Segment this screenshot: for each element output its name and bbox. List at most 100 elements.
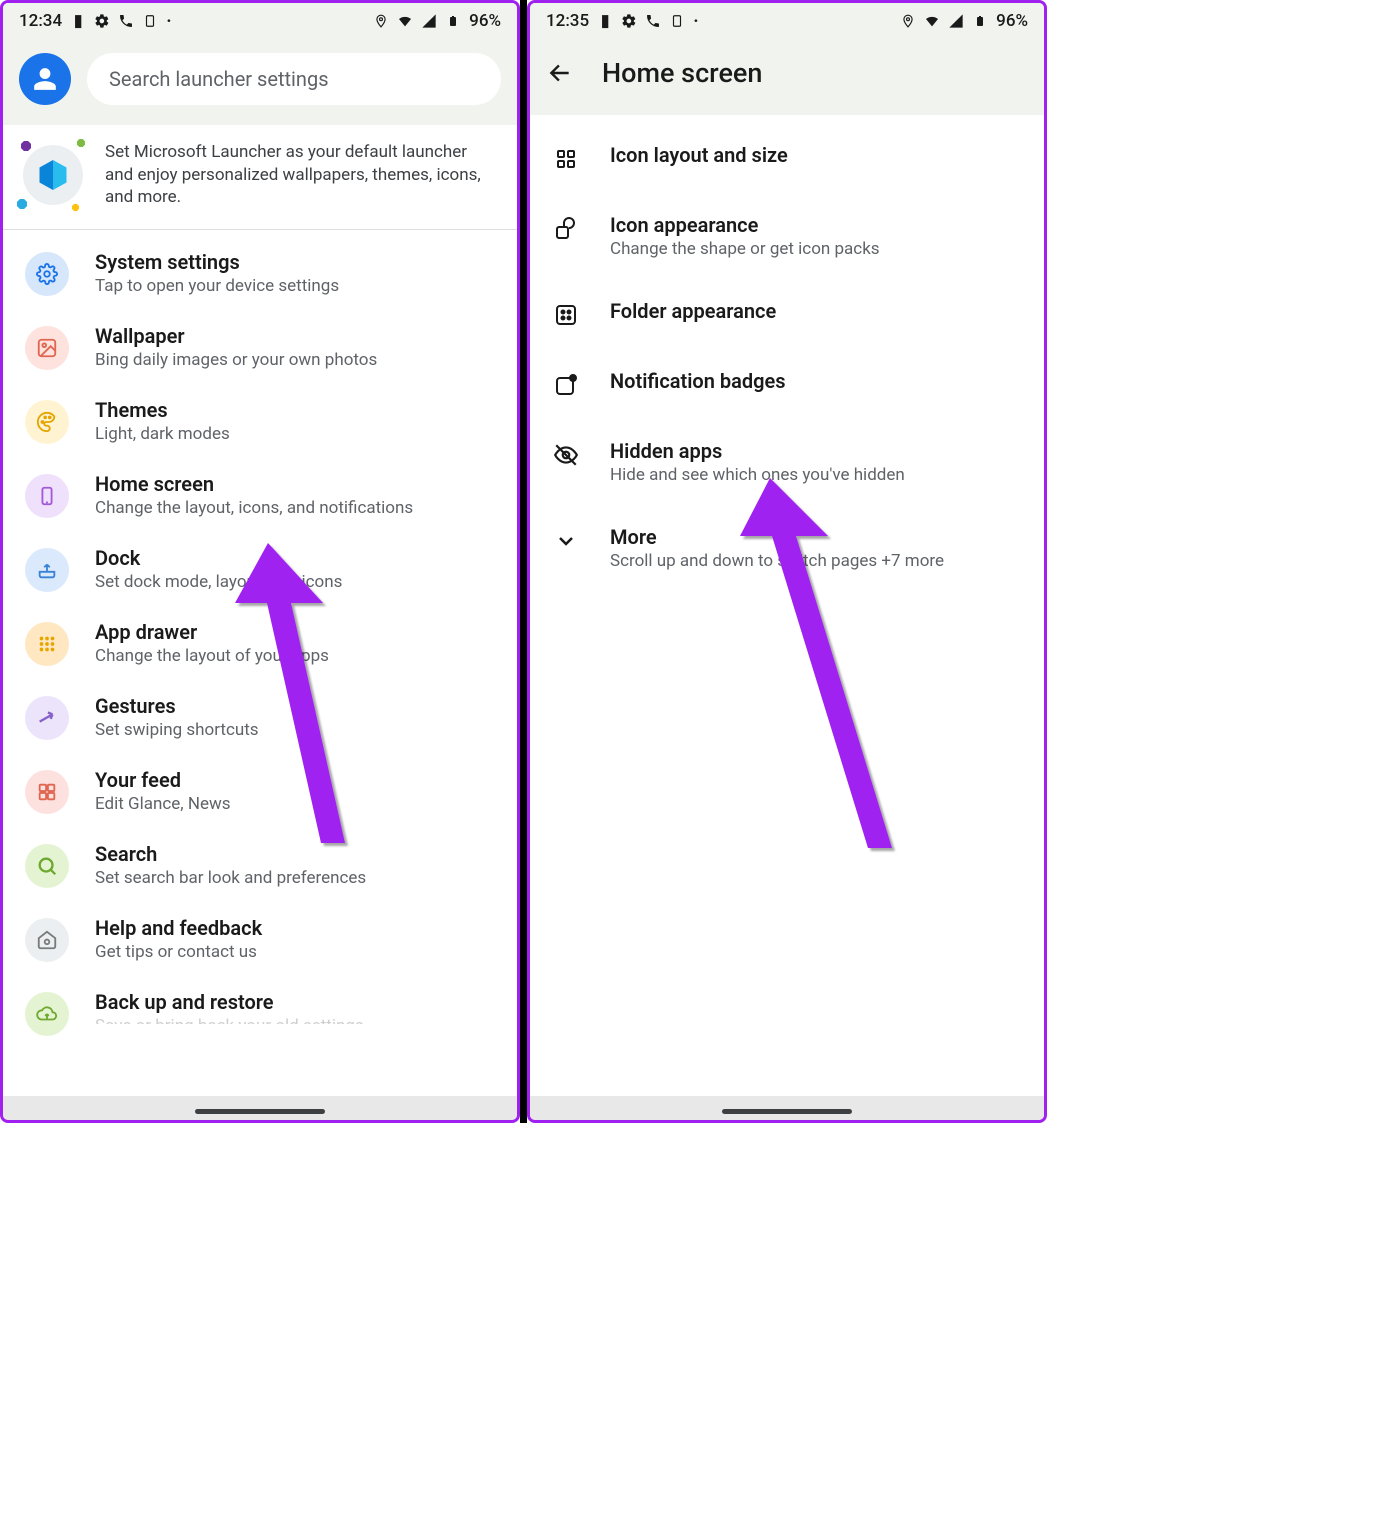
item-title: Dock [95, 546, 497, 570]
battery-percent: 96% [469, 11, 501, 31]
item-sub: Edit Glance, News [95, 794, 497, 814]
shapes-icon [552, 215, 580, 243]
signal-icon [948, 13, 964, 29]
home-screen-list: Icon layout and size Icon appearanceChan… [530, 115, 1044, 591]
item-sub: Set search bar look and preferences [95, 868, 497, 888]
item-title: Themes [95, 398, 497, 422]
item-title: Search [95, 842, 497, 866]
nav-bar-bg [3, 1096, 517, 1120]
item-sub: Light, dark modes [95, 424, 497, 444]
status-bar: 12:34 ▮ · 9 [3, 3, 517, 35]
nav-bar-bg [530, 1096, 1044, 1120]
item-sub: Hide and see which ones you've hidden [610, 465, 1024, 485]
feed-icon [25, 770, 69, 814]
list-item-wallpaper[interactable]: WallpaperBing daily images or your own p… [3, 310, 517, 384]
search-input[interactable]: Search launcher settings [87, 53, 501, 105]
list-item-your-feed[interactable]: Your feedEdit Glance, News [3, 754, 517, 828]
item-sub: Set swiping shortcuts [95, 720, 497, 740]
gear-status-icon [621, 13, 637, 29]
wifi-icon [397, 13, 413, 29]
wifi-icon [924, 13, 940, 29]
list-item-home-screen[interactable]: Home screenChange the layout, icons, and… [3, 458, 517, 532]
arrow-left-icon [547, 60, 573, 86]
badge-icon [552, 371, 580, 399]
search-placeholder: Search launcher settings [109, 67, 329, 91]
item-title: Back up and restore [95, 990, 497, 1014]
list-item-gestures[interactable]: GesturesSet swiping shortcuts [3, 680, 517, 754]
list-item-search[interactable]: SearchSet search bar look and preference… [3, 828, 517, 902]
item-sub: Bing daily images or your own photos [95, 350, 497, 370]
status-bar: 12:35 ▮ · 96% [530, 3, 1044, 35]
page-header: Home screen [530, 35, 1044, 115]
phone-missed-icon [645, 13, 661, 29]
status-icon: ▮ [597, 13, 613, 29]
chevron-down-icon [552, 527, 580, 555]
item-title: Icon layout and size [610, 143, 1024, 167]
page-title: Home screen [602, 57, 762, 89]
list-item-app-drawer[interactable]: App drawerChange the layout of your apps [3, 606, 517, 680]
cloud-upload-icon [25, 992, 69, 1036]
status-time: 12:34 [19, 11, 62, 31]
list-item-more[interactable]: MoreScroll up and down to switch pages +… [530, 505, 1044, 591]
phone-icon [25, 474, 69, 518]
phone-missed-icon [118, 13, 134, 29]
item-title: Your feed [95, 768, 497, 792]
grid-icon [25, 622, 69, 666]
launcher-logo-icon [17, 139, 89, 211]
item-sub: Change the layout, icons, and notificati… [95, 498, 497, 518]
device-icon [669, 13, 685, 29]
item-sub: Save or bring back your old settings [95, 1016, 497, 1024]
dock-icon [25, 548, 69, 592]
navigation-handle[interactable] [722, 1109, 852, 1114]
item-sub: Get tips or contact us [95, 942, 497, 962]
list-item-backup[interactable]: Back up and restore Save or bring back yo… [3, 976, 517, 1036]
item-title: System settings [95, 250, 497, 274]
phone-screenshot-right: 12:35 ▮ · 96% Home screen Icon layout an… [527, 0, 1047, 1123]
layout-grid-icon [552, 145, 580, 173]
battery-percent: 96% [996, 11, 1028, 31]
item-title: Folder appearance [610, 299, 1024, 323]
swipe-icon [25, 696, 69, 740]
back-button[interactable] [546, 59, 574, 87]
search-header: Search launcher settings [3, 35, 517, 125]
help-icon [25, 918, 69, 962]
item-sub: Tap to open your device settings [95, 276, 497, 296]
item-title: Hidden apps [610, 439, 1024, 463]
item-sub: Change the layout of your apps [95, 646, 497, 666]
list-item-notification-badges[interactable]: Notification badges [530, 349, 1044, 419]
signal-icon [421, 13, 437, 29]
location-icon [373, 13, 389, 29]
list-item-folder-appearance[interactable]: Folder appearance [530, 279, 1044, 349]
eye-off-icon [552, 441, 580, 469]
item-title: More [610, 525, 1024, 549]
phone-screenshot-left: 12:34 ▮ · 9 [0, 0, 520, 1123]
item-title: Gestures [95, 694, 497, 718]
list-item-icon-layout[interactable]: Icon layout and size [530, 123, 1044, 193]
location-icon [900, 13, 916, 29]
item-sub: Scroll up and down to switch pages +7 mo… [610, 551, 1024, 571]
battery-icon [972, 13, 988, 29]
promo-text: Set Microsoft Launcher as your default l… [105, 141, 497, 210]
list-item-help[interactable]: Help and feedbackGet tips or contact us [3, 902, 517, 976]
list-item-icon-appearance[interactable]: Icon appearanceChange the shape or get i… [530, 193, 1044, 279]
promo-card[interactable]: Set Microsoft Launcher as your default l… [3, 125, 517, 230]
item-title: Wallpaper [95, 324, 497, 348]
list-item-dock[interactable]: DockSet dock mode, layout, and icons [3, 532, 517, 606]
item-title: Home screen [95, 472, 497, 496]
device-icon [142, 13, 158, 29]
navigation-handle[interactable] [195, 1109, 325, 1114]
battery-icon [445, 13, 461, 29]
gear-icon [25, 252, 69, 296]
item-sub: Change the shape or get icon packs [610, 239, 1024, 259]
profile-avatar-button[interactable] [19, 53, 71, 105]
list-item-hidden-apps[interactable]: Hidden appsHide and see which ones you'v… [530, 419, 1044, 505]
screenshot-divider [520, 0, 527, 1123]
list-item-themes[interactable]: ThemesLight, dark modes [3, 384, 517, 458]
list-item-system-settings[interactable]: System settingsTap to open your device s… [3, 236, 517, 310]
search-icon [25, 844, 69, 888]
item-title: App drawer [95, 620, 497, 644]
status-time: 12:35 [546, 11, 589, 31]
image-icon [25, 326, 69, 370]
person-icon [32, 66, 58, 92]
item-title: Notification badges [610, 369, 1024, 393]
